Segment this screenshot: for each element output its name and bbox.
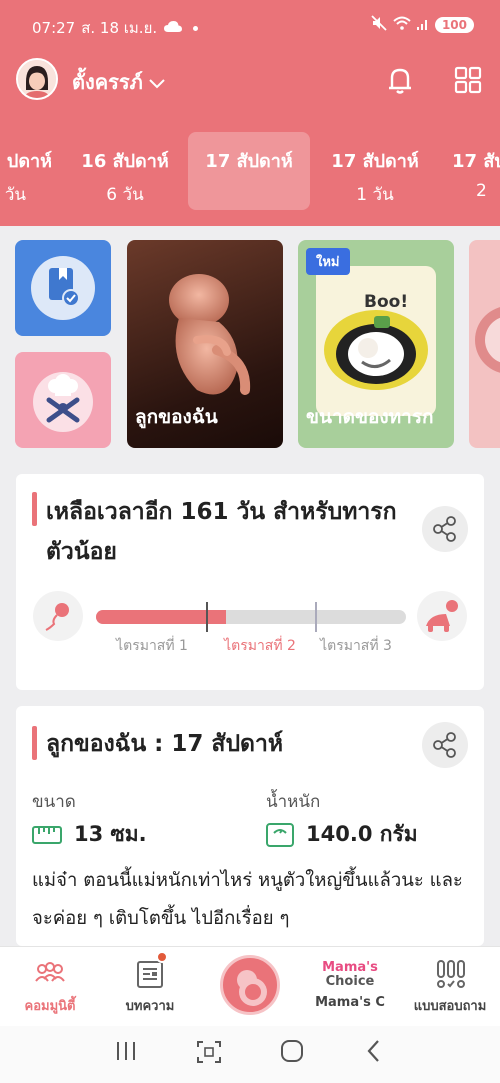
screen-capture-icon[interactable]	[196, 1040, 222, 1064]
baby-info-title: ลูกของฉัน : 17 สัปดาห์	[46, 731, 284, 757]
nav-community-label: คอมมูนิตี้	[24, 999, 76, 1014]
week-tab[interactable]: ปดาห์ วัน	[0, 132, 62, 210]
weight-value: 140.0 กรัม	[306, 822, 418, 846]
journal-icon	[31, 256, 95, 320]
crawling-baby-icon	[417, 591, 467, 641]
community-icon	[35, 962, 65, 982]
cloud-icon	[163, 19, 183, 37]
grid-menu-icon[interactable]	[454, 66, 482, 94]
wifi-icon	[393, 16, 411, 34]
mamas-choice-logo: Mama's Choice	[322, 960, 378, 989]
app-header: 07:27 ส. 18 เม.ย. 100 ตั้งครรภ์ ปดาห์ วั…	[0, 0, 500, 226]
avatar[interactable]	[16, 58, 58, 100]
recipe-card[interactable]	[15, 352, 111, 448]
share-button[interactable]	[422, 506, 468, 552]
share-icon	[433, 516, 456, 542]
my-baby-card[interactable]: ลูกของฉัน	[127, 240, 283, 448]
trimester-3-label: ไตรมาสที่ 3	[320, 638, 392, 654]
pregnancy-mode-selector[interactable]: ตั้งครรภ์	[72, 66, 165, 98]
unread-badge	[156, 951, 168, 963]
signal-icon	[416, 16, 429, 34]
back-icon[interactable]	[366, 1039, 382, 1063]
trimester-divider	[314, 602, 317, 632]
title-accent-bar	[32, 726, 37, 760]
top-app-bar: ตั้งครรภ์	[0, 52, 500, 108]
week-tab[interactable]: 17 สัปดาห์ 1 วัน	[314, 132, 436, 210]
feature-cards: ลูกของฉัน Boo! ใหม่ ขนาดของทารก	[0, 240, 500, 450]
home-icon[interactable]	[280, 1039, 304, 1063]
boo-text: Boo!	[364, 292, 409, 312]
week-selector: ปดาห์ วัน 16 สัปดาห์ 6 วัน 17 สัปดาห์ 17…	[0, 132, 500, 210]
size-value-row: 13 ซม.	[32, 818, 147, 851]
nav-quiz[interactable]: แบบสอบถาม	[400, 947, 500, 1027]
status-bar: 07:27 ส. 18 เม.ย. 100	[0, 0, 500, 50]
week-tab-current[interactable]: 17 สัปดาห์	[188, 132, 310, 210]
notification-dot-icon	[193, 25, 199, 31]
weight-value-row: 140.0 กรัม	[266, 818, 418, 851]
recent-apps-icon[interactable]	[114, 1040, 138, 1062]
trimester-1-label: ไตรมาสที่ 1	[116, 638, 188, 654]
size-label: ขนาด	[32, 792, 76, 812]
my-baby-label: ลูกของฉัน	[135, 406, 218, 428]
title-accent-bar	[32, 492, 37, 526]
share-icon	[433, 732, 456, 758]
nav-articles-label: บทความ	[125, 999, 175, 1014]
progress-track	[96, 602, 406, 632]
baby-info-panel: ลูกของฉัน : 17 สัปดาห์ ขนาด 13 ซม. น้ำหน…	[16, 706, 484, 946]
countdown-title: เหลือเวลาอีก 161 วัน สำหรับทารกตัวน้อย	[46, 499, 397, 565]
current-position-marker	[206, 602, 209, 632]
nav-mamas-choice-label: Mama's C	[315, 995, 385, 1010]
card-illustration	[475, 307, 500, 373]
weight-label: น้ำหนัก	[266, 792, 321, 812]
size-value: 13 ซม.	[74, 822, 147, 846]
nav-community[interactable]: คอมมูนิตี้	[0, 947, 100, 1027]
chevron-down-icon	[149, 70, 165, 94]
countdown-panel: เหลือเวลาอีก 161 วัน สำหรับทารกตัวน้อย ไ…	[16, 474, 484, 690]
share-button[interactable]	[422, 722, 468, 768]
week-tab[interactable]: 16 สัปดาห์ 6 วัน	[64, 132, 186, 210]
mode-label: ตั้งครรภ์	[72, 70, 143, 94]
trimester-2-label: ไตรมาสที่ 2	[224, 638, 296, 654]
journal-card[interactable]	[15, 240, 111, 336]
chef-hat-icon	[33, 372, 93, 432]
mute-icon	[371, 15, 387, 35]
baby-size-label: ขนาดของทารก	[306, 406, 434, 428]
system-navigation-bar	[0, 1026, 500, 1083]
new-badge: ใหม่	[306, 248, 350, 275]
baby-size-card[interactable]: Boo! ใหม่ ขนาดของทารก	[298, 240, 454, 448]
week-tab[interactable]: 17 สัป 2	[438, 132, 500, 210]
sperm-egg-icon	[33, 591, 83, 641]
pregnancy-home-button[interactable]	[220, 955, 280, 1015]
notification-bell-icon[interactable]	[384, 64, 416, 96]
ruler-icon	[32, 825, 62, 844]
pregnant-belly-icon	[237, 970, 267, 1006]
status-time: 07:27	[32, 19, 76, 37]
battery-indicator: 100	[434, 17, 474, 33]
bottom-navigation: คอมมูนิตี้ บทความ Mama's Choice Mama's C	[0, 946, 500, 1026]
nav-articles[interactable]: บทความ	[100, 947, 200, 1027]
nav-mamas-choice[interactable]: Mama's Choice Mama's C	[300, 947, 400, 1027]
next-card-peek[interactable]	[469, 240, 500, 448]
quiz-icon	[437, 960, 465, 988]
nav-quiz-label: แบบสอบถาม	[413, 999, 487, 1014]
scale-icon	[266, 822, 294, 847]
status-date: ส. 18 เม.ย.	[81, 19, 158, 37]
pregnancy-progress: ไตรมาสที่ 1 ไตรมาสที่ 2 ไตรมาสที่ 3	[16, 584, 484, 684]
baby-description: แม่จ๋า ตอนนี้แม่หนักเท่าไหร่ หนูตัวใหญ่ข…	[32, 870, 463, 929]
article-icon	[137, 961, 163, 988]
